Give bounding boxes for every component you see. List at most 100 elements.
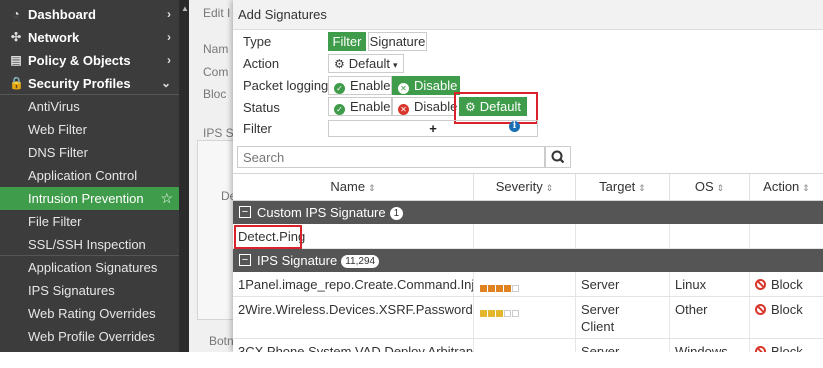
chevron-right-icon: › [167, 7, 171, 21]
severity-segment [512, 285, 519, 292]
table-cell-name: 2Wire.Wireless.Devices.XSRF.Password.Res… [233, 297, 473, 338]
table-cell-action [749, 224, 823, 248]
packet-logging-enable-button[interactable]: ✓ Enable [328, 76, 392, 95]
action-value: Block [755, 343, 803, 352]
dialog-title: Add Signatures [233, 0, 823, 30]
collapse-icon[interactable]: − [239, 206, 251, 218]
sidebar-item-network[interactable]: ✣ Network › [0, 26, 179, 49]
severity-segment [512, 310, 519, 317]
filter-label: Filter [243, 121, 272, 136]
sidebar-item-label: AntiVirus [28, 99, 80, 114]
column-header-action[interactable]: Action ⇕ [749, 174, 823, 200]
sidebar-item-policy-objects[interactable]: ▤ Policy & Objects › [0, 49, 179, 72]
sidebar-item-file-filter[interactable]: File Filter [0, 210, 179, 233]
packet-logging-disable-button[interactable]: ✕ Disable [392, 76, 460, 95]
sidebar-item-label: Application Signatures [28, 260, 158, 275]
network-icon: ✣ [10, 30, 22, 44]
sidebar-scrollbar[interactable] [179, 0, 189, 352]
severity-segment [504, 310, 511, 317]
count-badge: 11,294 [341, 255, 380, 268]
chevron-right-icon: › [167, 53, 171, 67]
sort-icon: ⇕ [368, 183, 376, 193]
search-icon [551, 150, 565, 164]
type-signature-button[interactable]: Signature [368, 32, 427, 51]
action-dropdown[interactable]: ⚙ Default ▾ [328, 54, 404, 73]
table-header: Name ⇕ Severity ⇕ Target ⇕ OS ⇕ Action ⇕ [233, 173, 823, 201]
severity-bar [480, 305, 520, 320]
signature-name: 2Wire.Wireless.Devices.XSRF.Password.Res… [238, 302, 473, 317]
sidebar-item-dns-filter[interactable]: DNS Filter [0, 141, 179, 164]
sidebar-item-label: DNS Filter [28, 145, 88, 160]
block-icon [755, 279, 766, 290]
bg-block-label: Bloc [203, 87, 227, 101]
group-label: Custom IPS Signature 1 [257, 201, 404, 224]
column-header-target[interactable]: Target ⇕ [575, 174, 669, 200]
group-header[interactable]: − Custom IPS Signature 1 [233, 201, 823, 224]
group-header[interactable]: − IPS Signature 11,294 [233, 249, 823, 272]
disable-label: Disable [414, 78, 458, 93]
search-button[interactable] [545, 146, 571, 168]
scroll-up-arrow-icon[interactable]: ▲ [181, 4, 189, 13]
collapse-icon[interactable]: − [239, 254, 251, 266]
table-row[interactable]: 2Wire.Wireless.Devices.XSRF.Password.Res… [233, 297, 823, 339]
target-value: Server [581, 344, 620, 352]
column-header-name[interactable]: Name ⇕ [233, 174, 473, 200]
sidebar-item-label: Web Profile Overrides [28, 329, 155, 344]
sidebar-item-application-control[interactable]: Application Control [0, 164, 179, 187]
target-value: Server Client [581, 302, 620, 334]
add-signatures-dialog: Add Signatures Type Filter Signature Act… [233, 0, 823, 352]
action-label: Action [243, 56, 280, 71]
table-row[interactable]: Detect.Ping [233, 224, 823, 249]
sidebar-item-label: File Filter [28, 214, 82, 229]
bg-name-label: Nam [203, 42, 229, 56]
sidebar-item-antivirus[interactable]: AntiVirus [0, 95, 179, 118]
search-input[interactable] [237, 146, 545, 168]
sidebar-item-security-profiles[interactable]: 🔒 Security Profiles ⌄ [0, 72, 179, 95]
table-cell-os: Linux [669, 272, 749, 296]
sidebar-item-web-rating-overrides[interactable]: Web Rating Overrides [0, 302, 179, 325]
status-disable-button[interactable]: ✕ Disable [392, 97, 457, 116]
table-cell-name: 3CX.Phone.System.VAD.Deploy.Arbitrary.Fi… [233, 339, 473, 352]
highlight-box-detect-ping [234, 225, 302, 249]
status-label: Status [243, 100, 280, 115]
table-cell-severity [473, 224, 575, 248]
table-cell-os [669, 224, 749, 248]
count-badge: 1 [389, 207, 404, 220]
sidebar-item-label: Policy & Objects [28, 53, 131, 68]
table-row[interactable]: 1Panel.image_repo.Create.Command.Injecti… [233, 272, 823, 297]
policy-objects-icon: ▤ [10, 53, 22, 67]
bottom-margin [0, 352, 823, 368]
bg-ips-label: IPS S [203, 126, 233, 140]
sidebar-item-ssl-ssh-inspection[interactable]: SSL/SSH Inspection [0, 233, 179, 256]
column-header-label: OS [694, 179, 714, 194]
os-value: Linux [675, 277, 707, 292]
type-filter-button[interactable]: Filter [328, 32, 366, 51]
column-header-os[interactable]: OS ⇕ [669, 174, 749, 200]
signature-name: 1Panel.image_repo.Create.Command.Injecti… [238, 277, 473, 292]
sidebar-item-application-signatures[interactable]: Application Signatures [0, 256, 179, 279]
favorite-star-icon[interactable]: ☆ [160, 187, 173, 210]
sort-icon: ⇕ [638, 183, 646, 193]
os-value: Other [675, 302, 708, 317]
sort-icon: ⇕ [545, 183, 554, 193]
sidebar-item-ips-signatures[interactable]: IPS Signatures [0, 279, 179, 302]
severity-segment [504, 285, 511, 292]
filter-field[interactable]: + [328, 120, 538, 137]
sidebar-item-web-profile-overrides[interactable]: Web Profile Overrides [0, 325, 179, 348]
sidebar-item-intrusion-prevention[interactable]: Intrusion Prevention ☆ [0, 187, 179, 210]
add-filter-plus-icon[interactable]: + [329, 121, 537, 136]
sidebar-item-dashboard[interactable]: ◔ Dashboard › [0, 3, 179, 26]
check-icon: ✓ [334, 104, 345, 115]
action-value: Block [755, 276, 803, 293]
column-header-label: Severity [495, 179, 543, 194]
sort-icon: ⇕ [716, 183, 725, 193]
sidebar-item-web-filter[interactable]: Web Filter [0, 118, 179, 141]
column-header-severity[interactable]: Severity ⇕ [473, 174, 575, 200]
table-cell-severity [473, 297, 575, 338]
table-row[interactable]: 3CX.Phone.System.VAD.Deploy.Arbitrary.Fi… [233, 339, 823, 352]
table-cell-os: Windows [669, 339, 749, 352]
severity-segment [488, 285, 495, 292]
os-value: Windows [675, 344, 728, 352]
caret-down-icon: ▾ [392, 60, 398, 70]
status-enable-button[interactable]: ✓ Enable [328, 97, 392, 116]
